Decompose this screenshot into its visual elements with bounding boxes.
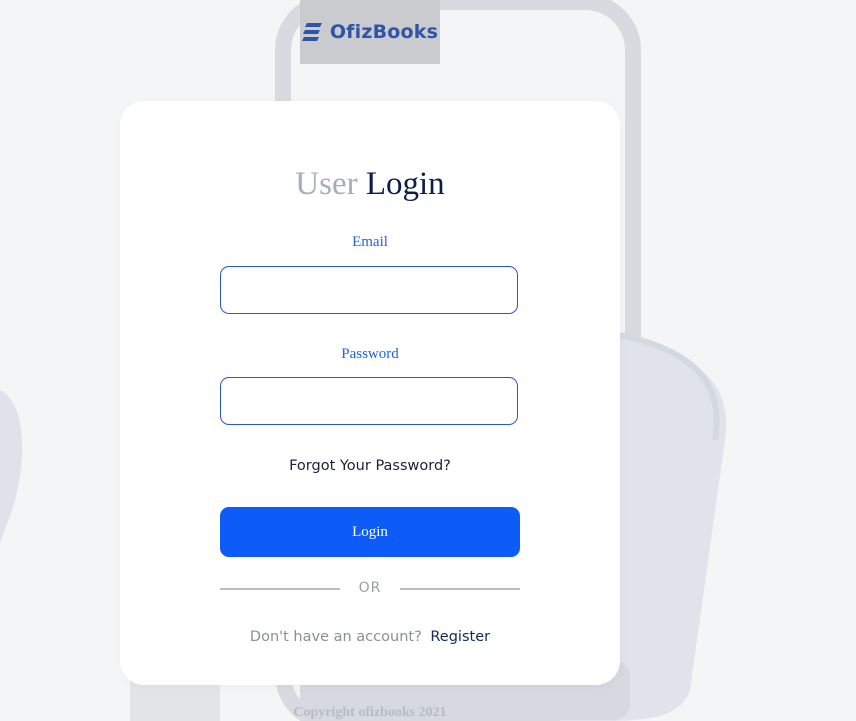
register-prompt: Don't have an account? — [249, 629, 422, 645]
login-title: User Login — [120, 164, 620, 204]
login-card: User Login Email Password Forgot Your Pa… — [120, 101, 620, 685]
divider-or: OR — [358, 580, 382, 596]
password-label: Password — [341, 346, 399, 362]
brand-name: OfizBooks — [329, 21, 439, 43]
email-field[interactable] — [220, 266, 518, 314]
register-link[interactable]: Register — [430, 629, 490, 645]
register-row: Don't have an account? Register — [120, 629, 620, 645]
title-user-word: User — [295, 166, 358, 202]
email-label: Email — [352, 234, 388, 250]
password-field[interactable] — [220, 377, 518, 425]
copyright-text: Copyright ofizbooks 2021 — [293, 705, 447, 720]
divider-right — [400, 588, 520, 590]
title-login-word: Login — [365, 166, 445, 202]
login-button[interactable]: Login — [220, 507, 520, 557]
brand-logo: OfizBooks — [300, 0, 440, 64]
stacked-books-logo-icon — [301, 23, 322, 41]
forgot-password-link[interactable]: Forgot Your Password? — [120, 458, 620, 474]
